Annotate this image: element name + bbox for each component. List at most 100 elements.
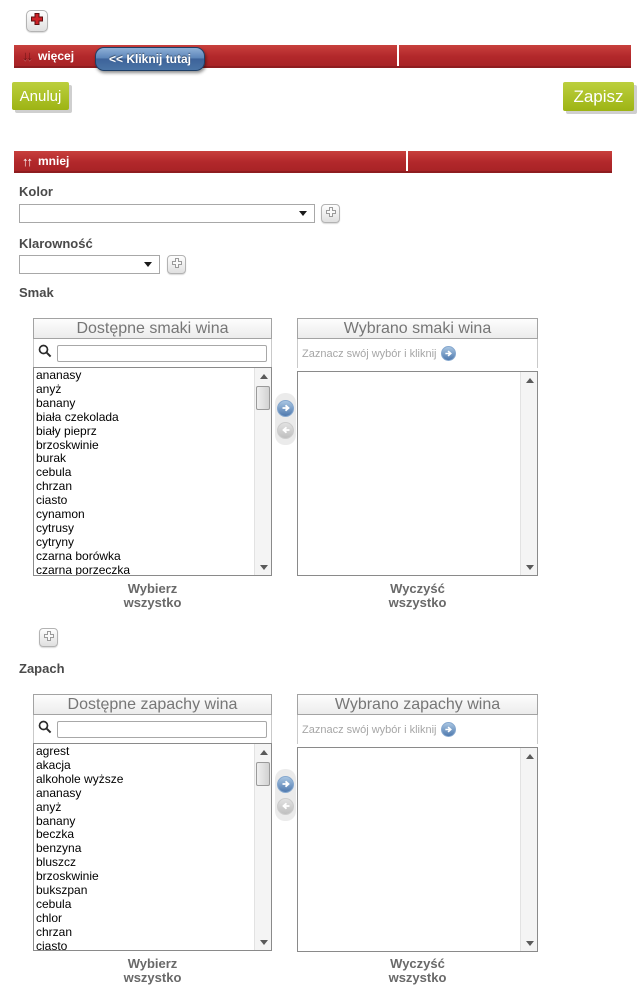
- save-button[interactable]: Zapisz: [563, 82, 634, 111]
- zapach-selected-items: [298, 749, 520, 951]
- scroll-up-button[interactable]: [521, 748, 538, 764]
- scrollbar[interactable]: [520, 748, 537, 951]
- list-item[interactable]: benzyna: [36, 842, 254, 856]
- add-kolor-button[interactable]: [321, 204, 340, 223]
- move-left-button[interactable]: [277, 798, 294, 815]
- smak-available-header: Dostępne smaki wina: [33, 318, 272, 339]
- zapach-select-all-link[interactable]: Wybierz wszystko: [33, 957, 272, 985]
- kolor-select[interactable]: [19, 204, 315, 223]
- instruction-text: Zaznacz swój wybór i kliknij: [302, 724, 436, 736]
- more-bar-label: więcej: [36, 49, 74, 63]
- klarownosc-select[interactable]: [19, 255, 160, 274]
- list-item[interactable]: cytryny: [36, 536, 254, 550]
- zapach-instruction-row: Zaznacz swój wybór i kliknij: [297, 715, 538, 744]
- clear-all-line1: Wyczyść: [297, 582, 538, 596]
- search-icon: [38, 344, 52, 363]
- zapach-available-list[interactable]: agrestakacjaalkohole wyższeananasyanyżba…: [33, 743, 272, 951]
- list-item[interactable]: biały pieprz: [36, 425, 254, 439]
- select-all-line2: wszystko: [33, 971, 272, 985]
- scrollbar-thumb[interactable]: [256, 762, 270, 786]
- list-item[interactable]: ciasto: [36, 494, 254, 508]
- list-item[interactable]: ciasto: [36, 940, 254, 950]
- list-item[interactable]: cebula: [36, 898, 254, 912]
- kolor-label: Kolor: [19, 184, 53, 199]
- scroll-down-button[interactable]: [255, 934, 272, 950]
- select-all-line2: wszystko: [33, 596, 272, 610]
- move-left-button[interactable]: [277, 422, 294, 439]
- list-item[interactable]: biała czekolada: [36, 411, 254, 425]
- add-button[interactable]: [26, 10, 48, 32]
- smak-selected-items: [298, 373, 520, 575]
- scroll-up-button[interactable]: [255, 744, 272, 760]
- red-cross-icon: [30, 12, 44, 31]
- list-item[interactable]: anyż: [36, 801, 254, 815]
- zapach-clear-all-link[interactable]: Wyczyść wszystko: [297, 957, 538, 985]
- scrollbar[interactable]: [254, 368, 271, 575]
- cancel-button[interactable]: Anuluj: [12, 82, 69, 110]
- list-item[interactable]: beczka: [36, 828, 254, 842]
- move-right-button[interactable]: [277, 776, 294, 793]
- list-item[interactable]: anyż: [36, 383, 254, 397]
- list-item[interactable]: akacja: [36, 759, 254, 773]
- list-item[interactable]: bukszpan: [36, 884, 254, 898]
- kliknij-tutaj-button[interactable]: << Kliknij tutaj: [95, 47, 205, 71]
- scroll-up-button[interactable]: [521, 372, 538, 388]
- list-item[interactable]: cytrusy: [36, 522, 254, 536]
- less-bar[interactable]: ↑↑ mniej: [14, 151, 612, 173]
- add-klarownosc-button[interactable]: [167, 255, 186, 274]
- wine-edit-form: ↓↓ więcej << Kliknij tutaj Anuluj Zapisz…: [0, 0, 639, 1008]
- list-item[interactable]: bluszcz: [36, 856, 254, 870]
- smak-instruction-row: Zaznacz swój wybór i kliknij: [297, 339, 538, 368]
- scroll-down-button[interactable]: [521, 935, 538, 951]
- smak-selected-header: Wybrano smaki wina: [297, 318, 538, 339]
- scroll-down-button[interactable]: [521, 559, 538, 575]
- plus-icon: [171, 256, 183, 274]
- triangle-up-icon: [526, 754, 534, 759]
- chevron-down-icon: [144, 262, 152, 267]
- list-item[interactable]: czarna borówka: [36, 550, 254, 564]
- less-bar-label: mniej: [36, 154, 69, 168]
- zapach-available-header: Dostępne zapachy wina: [33, 694, 272, 715]
- scrollbar-thumb[interactable]: [256, 386, 270, 410]
- list-item[interactable]: agrest: [36, 745, 254, 759]
- list-item[interactable]: burak: [36, 452, 254, 466]
- list-item[interactable]: czarna porzeczka: [36, 564, 254, 575]
- bar-divider: [397, 45, 399, 66]
- list-item[interactable]: brzoskwinie: [36, 439, 254, 453]
- zapach-available-items: agrestakacjaalkohole wyższeananasyanyżba…: [34, 745, 254, 950]
- list-item[interactable]: cebula: [36, 466, 254, 480]
- list-item[interactable]: banany: [36, 397, 254, 411]
- plus-icon: [325, 205, 337, 223]
- smak-available-list[interactable]: ananasyanyżbananybiała czekoladabiały pi…: [33, 367, 272, 576]
- list-item[interactable]: ananasy: [36, 787, 254, 801]
- smak-selected-list[interactable]: [297, 371, 538, 576]
- zapach-search-input[interactable]: [57, 721, 267, 738]
- triangle-down-icon: [526, 941, 534, 946]
- smak-search-row: [33, 339, 272, 367]
- triangle-up-icon: [526, 378, 534, 383]
- scrollbar[interactable]: [520, 372, 537, 575]
- zapach-label: Zapach: [19, 661, 65, 676]
- smak-available-items: ananasyanyżbananybiała czekoladabiały pi…: [34, 369, 254, 575]
- scrollbar[interactable]: [254, 744, 271, 950]
- zapach-selected-list[interactable]: [297, 747, 538, 952]
- move-right-button[interactable]: [277, 400, 294, 417]
- smak-select-all-link[interactable]: Wybierz wszystko: [33, 582, 272, 610]
- double-down-arrow-icon: ↓↓: [22, 48, 31, 63]
- list-item[interactable]: alkohole wyższe: [36, 773, 254, 787]
- list-item[interactable]: banany: [36, 815, 254, 829]
- smak-search-input[interactable]: [57, 345, 267, 362]
- add-smak-button[interactable]: [39, 628, 58, 647]
- scroll-down-button[interactable]: [255, 559, 272, 575]
- list-item[interactable]: brzoskwinie: [36, 870, 254, 884]
- list-item[interactable]: chrzan: [36, 480, 254, 494]
- list-item[interactable]: cynamon: [36, 508, 254, 522]
- list-item[interactable]: chlor: [36, 912, 254, 926]
- smak-clear-all-link[interactable]: Wyczyść wszystko: [297, 582, 538, 610]
- scroll-up-button[interactable]: [255, 368, 272, 384]
- list-item[interactable]: chrzan: [36, 926, 254, 940]
- select-all-line1: Wybierz: [33, 582, 272, 596]
- list-item[interactable]: ananasy: [36, 369, 254, 383]
- clear-all-line2: wszystko: [297, 971, 538, 985]
- zapach-search-row: [33, 715, 272, 743]
